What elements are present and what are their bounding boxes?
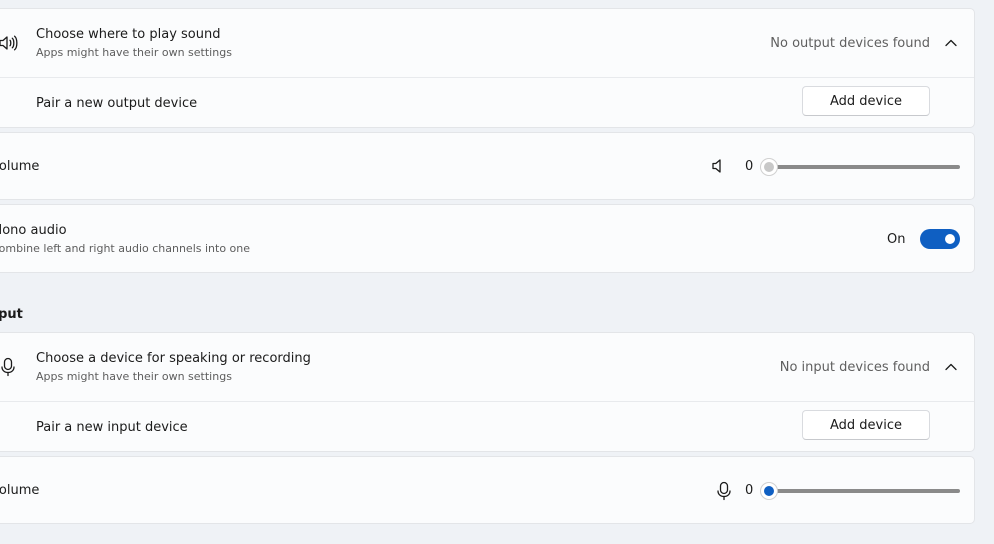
microphone-icon[interactable] <box>715 481 733 501</box>
output-device-status: No output devices found <box>770 36 930 51</box>
output-device-title: Choose where to play sound <box>36 27 221 42</box>
output-volume-track[interactable] <box>769 165 960 169</box>
input-volume-thumb[interactable] <box>761 483 777 499</box>
chevron-up-icon[interactable] <box>944 38 958 48</box>
mono-audio-state: On <box>887 232 906 247</box>
mono-audio-title: Mono audio <box>0 223 67 238</box>
input-section-header: Input <box>0 307 23 322</box>
toggle-knob <box>945 234 955 244</box>
pair-output-label: Pair a new output device <box>36 96 198 111</box>
mono-audio-card: Mono audio Combine left and right audio … <box>0 204 975 273</box>
output-volume-card: Volume 0 <box>0 132 975 200</box>
input-device-subtitle: Apps might have their own settings <box>36 370 232 383</box>
input-device-card: Choose a device for speaking or recordin… <box>0 332 975 452</box>
sound-settings-page: Choose where to play sound Apps might ha… <box>0 0 994 544</box>
input-volume-value: 0 <box>745 483 754 498</box>
input-device-expander[interactable]: Choose a device for speaking or recordin… <box>0 333 974 401</box>
speaker-muted-icon[interactable] <box>711 158 727 174</box>
mono-audio-toggle[interactable] <box>920 229 960 249</box>
output-volume-label: Volume <box>0 159 40 174</box>
output-device-card: Choose where to play sound Apps might ha… <box>0 8 975 128</box>
input-device-title: Choose a device for speaking or recordin… <box>36 351 311 366</box>
output-volume-thumb[interactable] <box>761 159 777 175</box>
add-input-device-button[interactable]: Add device <box>802 410 930 440</box>
input-volume-track[interactable] <box>769 489 960 493</box>
microphone-icon <box>1 357 15 377</box>
output-volume-value: 0 <box>745 159 754 174</box>
add-output-device-button[interactable]: Add device <box>802 86 930 116</box>
input-device-status: No input devices found <box>779 360 930 375</box>
mono-audio-subtitle: Combine left and right audio channels in… <box>0 242 251 255</box>
input-volume-label: Volume <box>0 483 40 498</box>
pair-input-label: Pair a new input device <box>36 420 188 435</box>
input-volume-card: Volume 0 <box>0 456 975 524</box>
output-device-subtitle: Apps might have their own settings <box>36 46 232 59</box>
speaker-icon <box>0 35 18 51</box>
chevron-up-icon[interactable] <box>944 362 958 372</box>
pair-output-row: Pair a new output device Add device <box>0 78 974 128</box>
output-device-expander[interactable]: Choose where to play sound Apps might ha… <box>0 9 974 77</box>
pair-input-row: Pair a new input device Add device <box>0 402 974 452</box>
